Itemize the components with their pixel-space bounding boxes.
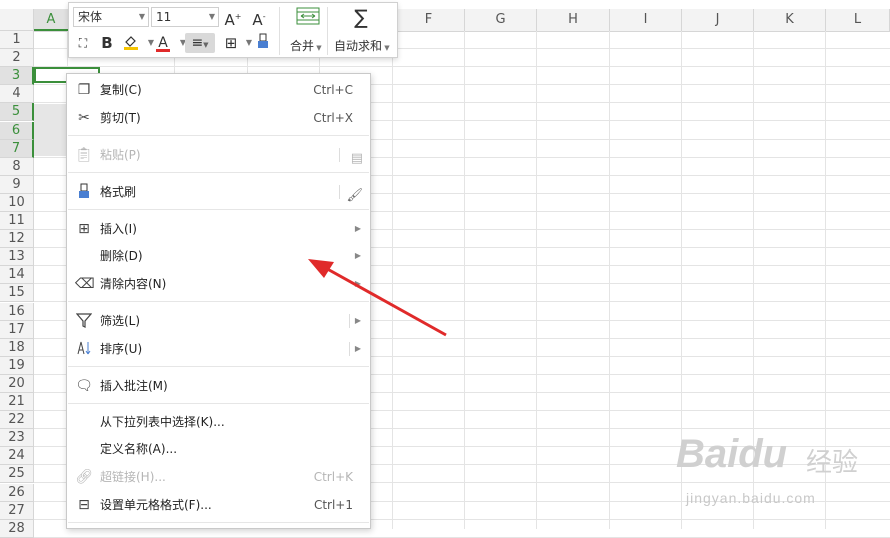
baidu-logo: Baidu [676,432,788,476]
watermark-brand-cn: 经验 [806,448,859,478]
annotation-arrow-head [308,259,334,278]
watermark-url: jingyan.baidu.com [686,490,816,506]
annotation-arrow-shaft [321,264,447,337]
baidu-watermark: Baidu 经验 jingyan.baidu.com [676,428,876,528]
